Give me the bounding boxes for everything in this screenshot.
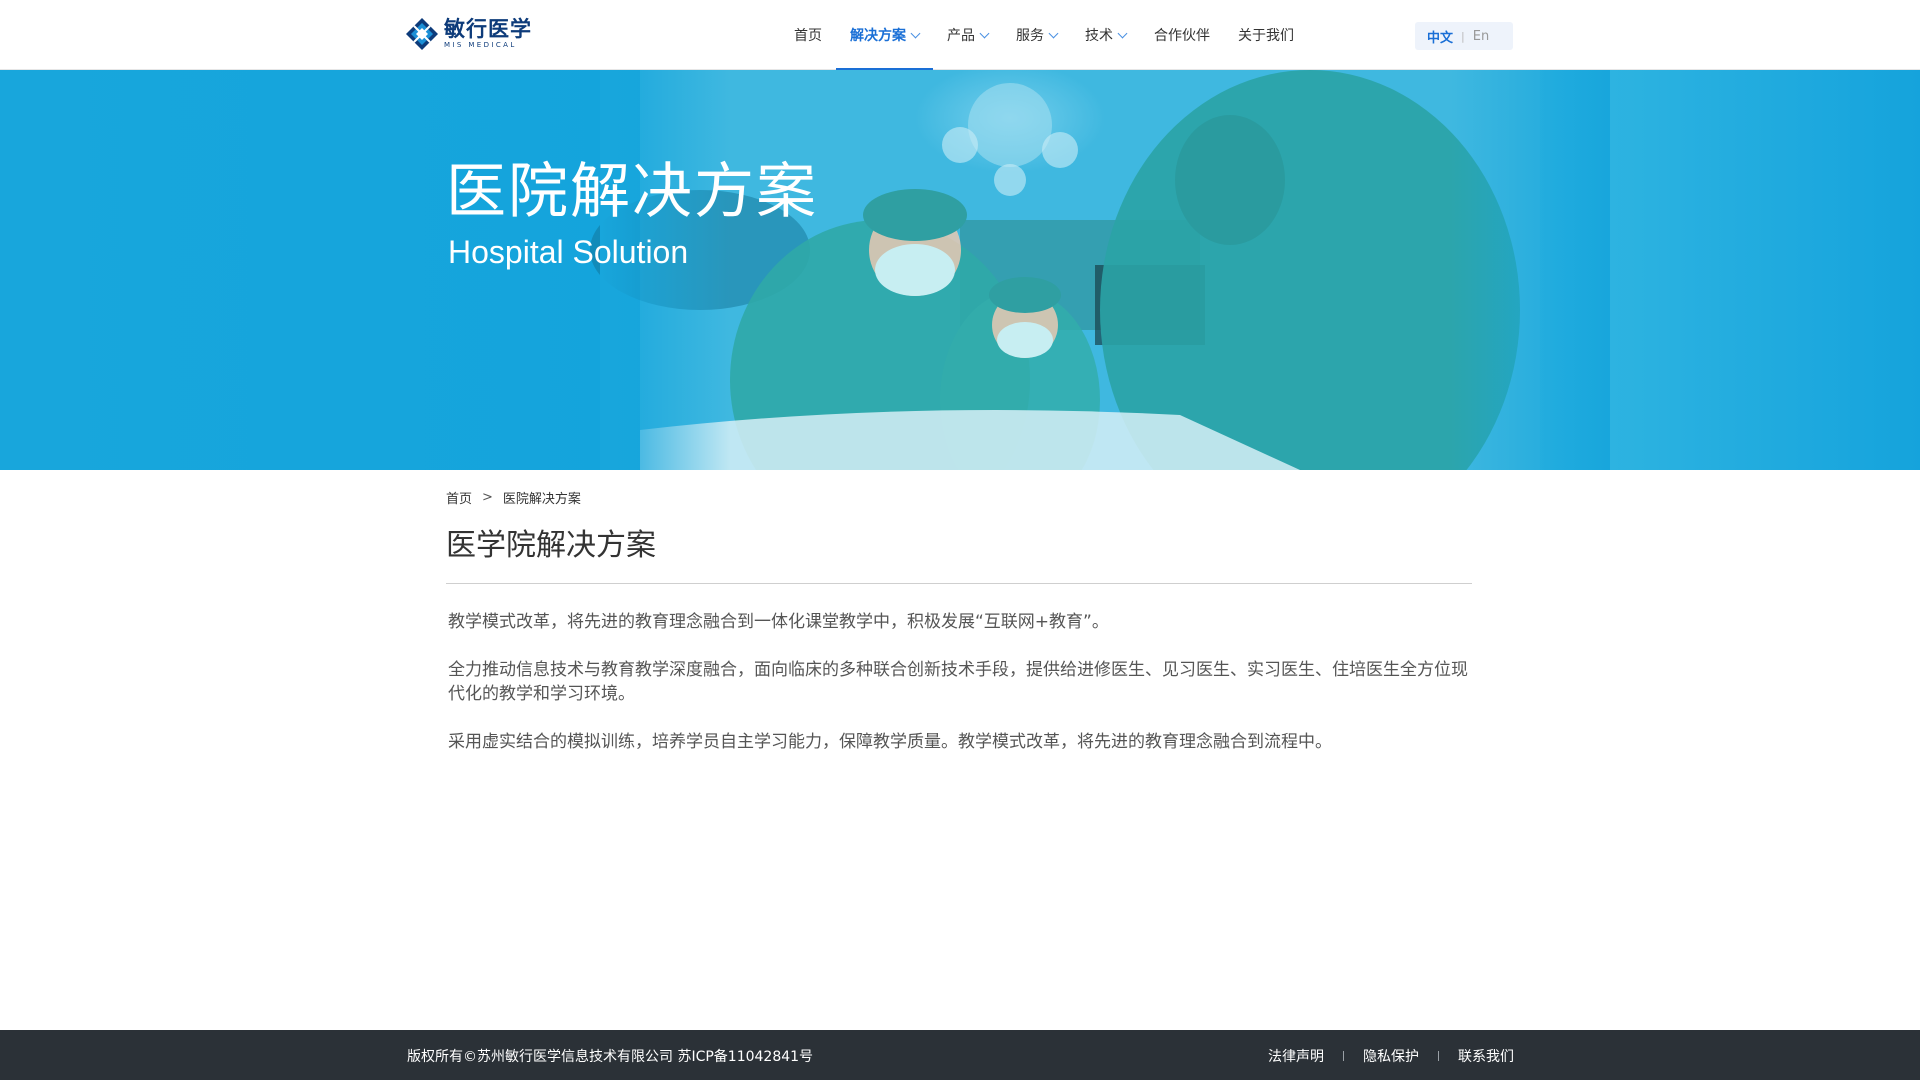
nav-item-solutions[interactable]: 解决方案 — [836, 0, 933, 71]
nav-label: 合作伙伴 — [1154, 28, 1210, 44]
content-body: 教学模式改革，将先进的教育理念融合到一体化课堂教学中，积极发展“互联网+教育”。… — [448, 610, 1468, 778]
breadcrumb-current: 医院解决方案 — [502, 492, 581, 507]
lang-separator: | — [1461, 29, 1465, 43]
nav-item-technology[interactable]: 技术 — [1071, 0, 1140, 70]
nav-label: 技术 — [1085, 28, 1113, 44]
site-header: 敏行医学 MIS MEDICAL 首页 解决方案 产品 服务 技术 合作伙伴 关… — [0, 0, 1920, 71]
footer-separator — [1438, 1051, 1439, 1061]
language-switcher: 中文 | En — [1415, 22, 1513, 50]
breadcrumb-separator: > — [482, 490, 493, 505]
nav-label: 关于我们 — [1238, 28, 1294, 44]
content-paragraph: 教学模式改革，将先进的教育理念融合到一体化课堂教学中，积极发展“互联网+教育”。 — [448, 612, 1109, 632]
footer-link-privacy[interactable]: 隐私保护 — [1363, 1046, 1419, 1066]
banner-illustration — [590, 70, 1610, 470]
footer-link-legal[interactable]: 法律声明 — [1268, 1046, 1324, 1066]
nav-item-services[interactable]: 服务 — [1002, 0, 1071, 70]
chevron-down-icon — [910, 28, 921, 38]
footer-link-contact[interactable]: 联系我们 — [1458, 1046, 1514, 1066]
banner-title: 医院解决方案 — [446, 157, 818, 227]
nav-label: 服务 — [1016, 28, 1044, 44]
logo[interactable]: 敏行医学 MIS MEDICAL — [406, 18, 532, 50]
copyright-text: 版权所有©苏州敏行医学信息技术有限公司 苏ICP备11042841号 — [407, 1049, 814, 1065]
nav-label: 产品 — [947, 28, 975, 44]
banner-subtitle: Hospital Solution — [448, 234, 689, 270]
logo-cn: 敏行医学 — [444, 17, 532, 41]
breadcrumb-home-link[interactable]: 首页 — [446, 488, 472, 507]
nav-item-products[interactable]: 产品 — [933, 0, 1002, 70]
footer-links: 法律声明 隐私保护 联系我们 — [1268, 1046, 1514, 1066]
lang-en-button[interactable]: En — [1473, 29, 1489, 44]
page-title: 医学院解决方案 — [446, 528, 656, 563]
footer-separator — [1343, 1051, 1344, 1061]
site-footer: 版权所有©苏州敏行医学信息技术有限公司 苏ICP备11042841号 法律声明 … — [0, 1030, 1920, 1080]
nav-item-home[interactable]: 首页 — [780, 0, 836, 70]
breadcrumb: 首页 > 医院解决方案 — [446, 488, 581, 507]
chevron-down-icon — [1048, 28, 1059, 38]
content-paragraph: 全力推动信息技术与教育教学深度融合，面向临床的多种联合创新技术手段，提供给进修医… — [448, 660, 1468, 704]
nav-item-about[interactable]: 关于我们 — [1224, 0, 1308, 70]
hero-banner: 医院解决方案 Hospital Solution — [0, 70, 1920, 470]
chevron-down-icon — [979, 28, 990, 38]
lang-zh-button[interactable]: 中文 — [1427, 27, 1453, 46]
chevron-down-icon — [1117, 28, 1128, 38]
main-nav: 首页 解决方案 产品 服务 技术 合作伙伴 关于我们 — [780, 0, 1308, 71]
logo-en: MIS MEDICAL — [444, 41, 517, 49]
content-paragraph: 采用虚实结合的模拟训练，培养学员自主学习能力，保障教学质量。教学模式改革，将先进… — [448, 732, 1332, 752]
nav-label: 首页 — [794, 28, 822, 44]
nav-label: 解决方案 — [850, 28, 906, 44]
nav-item-partners[interactable]: 合作伙伴 — [1140, 0, 1224, 70]
logo-mark-icon — [406, 18, 438, 50]
title-divider — [446, 583, 1472, 584]
